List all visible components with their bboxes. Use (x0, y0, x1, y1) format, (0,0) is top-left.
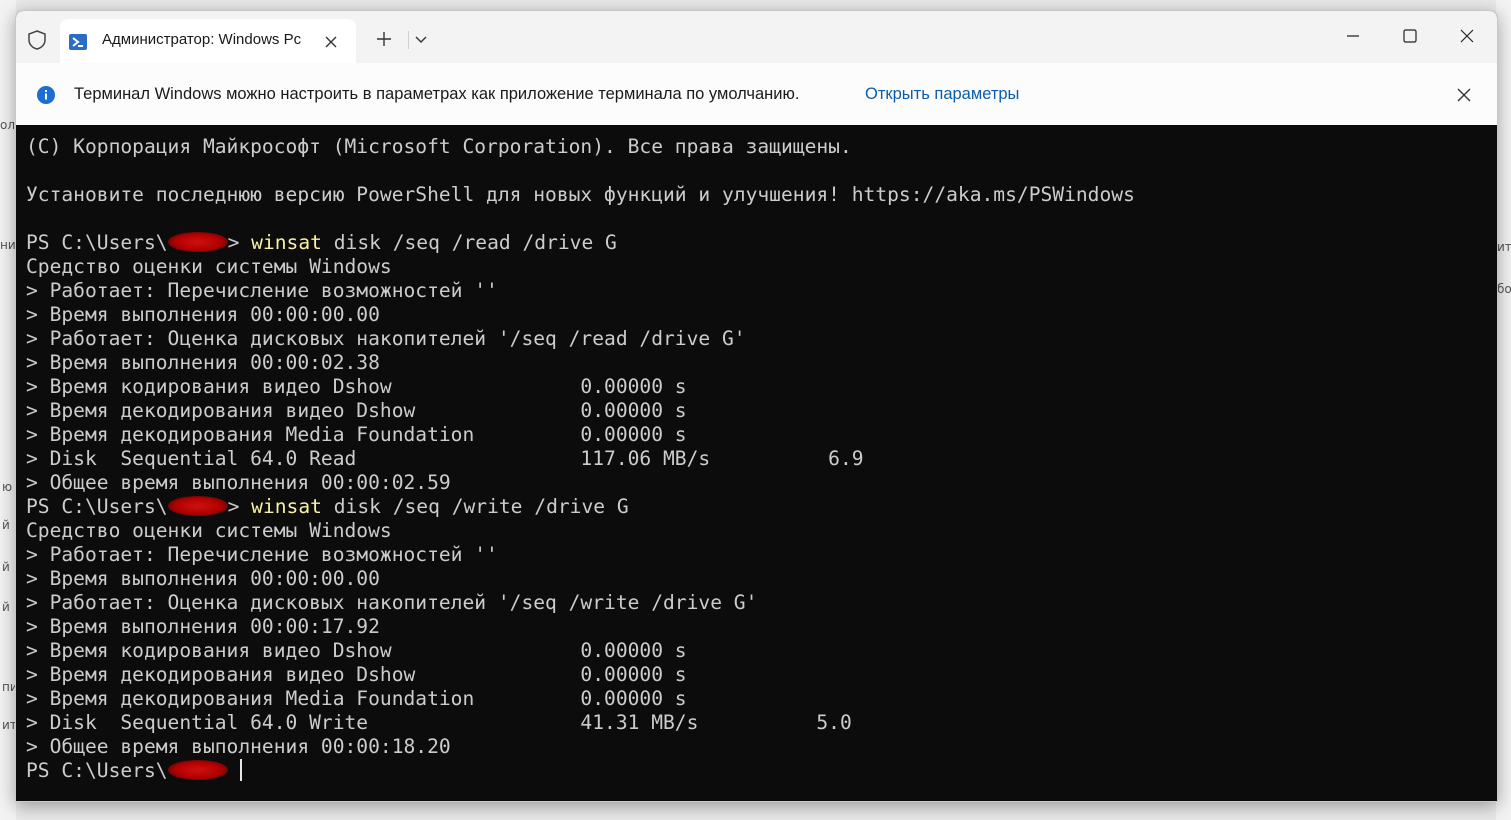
prompt-line: PS C:\Users\ > winsat disk /seq /write /d… (26, 495, 1135, 519)
command-args: disk /seq /read /drive G (321, 231, 617, 254)
output-line: > Общее время выполнения 00:00:18.20 (26, 735, 451, 758)
command-args: disk /seq /write /drive G (321, 495, 629, 518)
background-text-fragment: ю (2, 480, 13, 494)
output-line: > Disk Sequential 64.0 Read 117.06 MB/s … (26, 447, 864, 470)
output-line: > Работает: Оценка дисковых накопителей … (26, 327, 746, 350)
output-line: Средство оценки системы Windows (26, 255, 392, 278)
output-line: Средство оценки системы Windows (26, 519, 392, 542)
powershell-icon (69, 34, 87, 50)
output-line: > Время выполнения 00:00:17.92 (26, 615, 380, 638)
background-text-fragment: й (2, 518, 10, 532)
redacted-username (167, 759, 228, 780)
maximize-icon (1403, 29, 1417, 43)
output-line: > Время декодирования Media Foundation 0… (26, 423, 687, 446)
prompt-path: PS C:\Users\ (26, 759, 168, 782)
output-line: > Время декодирования видео Dshow 0.0000… (26, 399, 687, 422)
background-text-fragment: й (2, 560, 10, 574)
output-line: > Время выполнения 00:00:00.00 (26, 303, 380, 326)
info-bar-close-icon[interactable] (1452, 83, 1476, 107)
output-line: > Время декодирования Media Foundation 0… (26, 687, 687, 710)
prompt-suffix: > (227, 231, 252, 254)
tab-powershell[interactable]: Администратор: Windows Pc (60, 19, 356, 63)
prompt-path: PS C:\Users\ (26, 495, 168, 518)
background-text-fragment: ол (0, 118, 16, 132)
prompt-line: PS C:\Users\ > winsat disk /seq /read /dr… (26, 231, 1135, 255)
output-line: > Disk Sequential 64.0 Write 41.31 MB/s … (26, 711, 852, 734)
open-settings-link[interactable]: Открыть параметры (865, 85, 1019, 104)
maximize-button[interactable] (1382, 11, 1438, 61)
prompt-suffix: > (227, 495, 252, 518)
redacted-username (167, 231, 228, 252)
background-text-fragment: ни (0, 238, 16, 252)
output-line: > Время кодирования видео Dshow 0.00000 … (26, 639, 687, 662)
close-icon (1460, 29, 1474, 43)
command-name: winsat (251, 231, 322, 254)
terminal-lines: (C) Корпорация Майкрософт (Microsoft Cor… (26, 135, 1135, 783)
output-line: > Время кодирования видео Dshow 0.00000 … (26, 375, 687, 398)
output-line: Установите последнюю версию PowerShell д… (26, 183, 1135, 206)
title-bar[interactable]: Администратор: Windows Pc (16, 11, 1497, 63)
output-line: > Работает: Перечисление возможностей '' (26, 543, 498, 566)
command-name: winsat (251, 495, 322, 518)
output-line: (C) Корпорация Майкрософт (Microsoft Cor… (26, 135, 852, 158)
background-text-fragment: бо, (1497, 282, 1511, 296)
tab-close-icon[interactable] (320, 31, 342, 53)
output-line: > Общее время выполнения 00:00:02.59 (26, 471, 451, 494)
background-text-fragment: й (2, 600, 10, 614)
info-icon (37, 86, 55, 104)
new-tab-icon[interactable] (368, 23, 400, 55)
background-window-right (1496, 0, 1511, 820)
output-line: > Работает: Перечисление возможностей '' (26, 279, 498, 302)
background-text-fragment: ите (1497, 240, 1511, 254)
output-line: > Время декодирования видео Dshow 0.0000… (26, 663, 687, 686)
prompt-line: PS C:\Users\ (26, 758, 1135, 783)
tab-title: Администратор: Windows Pc (102, 31, 302, 48)
output-line: > Время выполнения 00:00:02.38 (26, 351, 380, 374)
shield-icon (28, 30, 46, 50)
prompt-path: PS C:\Users\ (26, 231, 168, 254)
info-bar: Терминал Windows можно настроить в парам… (16, 63, 1497, 126)
terminal-output[interactable]: (C) Корпорация Майкрософт (Microsoft Cor… (16, 125, 1497, 801)
redacted-username (167, 495, 228, 516)
minimize-icon (1347, 35, 1359, 37)
output-line: > Работает: Оценка дисковых накопителей … (26, 591, 758, 614)
minimize-button[interactable] (1325, 11, 1381, 61)
output-line: > Время выполнения 00:00:00.00 (26, 567, 380, 590)
chevron-down-icon[interactable] (405, 23, 437, 55)
terminal-window: Администратор: Windows Pc Терминал Windo… (15, 10, 1498, 802)
close-window-button[interactable] (1439, 11, 1495, 61)
text-cursor (239, 758, 242, 781)
info-message: Терминал Windows можно настроить в парам… (74, 85, 800, 103)
